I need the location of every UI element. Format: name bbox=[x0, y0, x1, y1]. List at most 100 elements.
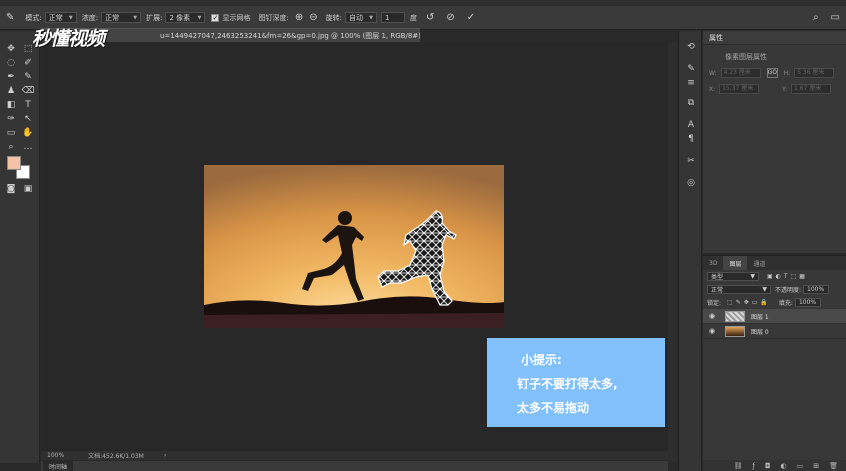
reset-icon[interactable]: ↺ bbox=[426, 12, 434, 23]
tab-3d[interactable]: 3D bbox=[703, 256, 723, 270]
quick-select-tool-icon[interactable]: ✐ bbox=[21, 57, 35, 69]
cancel-icon[interactable]: ⊘ bbox=[446, 12, 454, 23]
fx-icon[interactable]: ƒ bbox=[752, 462, 754, 470]
tools-preset-icon[interactable]: ✂ bbox=[685, 155, 697, 167]
sunset-runners-image bbox=[204, 165, 504, 328]
tip-line-1: 钉子不要打得太多, bbox=[517, 377, 618, 391]
link-layers-icon[interactable]: ⛓ bbox=[734, 462, 743, 470]
properties-subtitle: 像素图层属性 bbox=[725, 53, 767, 61]
type-tool-icon[interactable]: T bbox=[21, 99, 35, 111]
shape-tool-icon[interactable]: ▭ bbox=[4, 127, 18, 139]
mode-label: 模式: bbox=[25, 13, 42, 22]
height-label: H: bbox=[783, 69, 791, 77]
path-select-tool-icon[interactable]: ↖ bbox=[21, 113, 35, 125]
blend-mode-select[interactable]: 正常 ▼ bbox=[707, 285, 771, 294]
visibility-eye-icon[interactable]: ◉ bbox=[709, 312, 721, 320]
link-dimensions-button[interactable]: GO bbox=[766, 68, 778, 78]
timeline-tab[interactable]: 时间轴 bbox=[43, 460, 74, 471]
show-mesh-checkbox[interactable]: ✓ bbox=[211, 13, 220, 22]
adjustments-icon[interactable]: ≡ bbox=[685, 77, 697, 89]
lock-icons[interactable]: ⬚✎✥▭🔒 bbox=[727, 299, 771, 306]
canvas-image[interactable] bbox=[204, 165, 504, 328]
layer-row-1[interactable]: ◉ 图层 1 bbox=[703, 309, 846, 324]
visibility-eye-icon[interactable]: ◉ bbox=[709, 327, 721, 335]
width-field[interactable]: 4.23 厘米 bbox=[720, 68, 761, 78]
search-icon[interactable]: ⌕ bbox=[813, 12, 819, 23]
eyedropper-tool-icon[interactable]: ✒ bbox=[4, 71, 18, 83]
rotate-select[interactable]: 自动 ▼ bbox=[344, 12, 377, 23]
pin-depth-label: 图钉深度: bbox=[258, 13, 289, 22]
layers-panel-tabs: 3D 图层 通道 bbox=[703, 256, 846, 270]
opacity-field[interactable]: 100% bbox=[803, 285, 830, 294]
quick-mask-icon[interactable]: ◙ bbox=[4, 183, 18, 195]
tab-layers[interactable]: 图层 bbox=[723, 256, 748, 270]
3d-icon[interactable]: ◎ bbox=[685, 177, 697, 189]
fill-field[interactable]: 100% bbox=[794, 298, 821, 307]
tip-title: 小提示: bbox=[521, 353, 562, 367]
menu-bar: 文件(F)编辑(E)图像(I)图层(L)文字(Y)选择(S)滤镜(T)3D(D)… bbox=[0, 0, 846, 5]
zoom-level[interactable]: 100% bbox=[47, 452, 64, 459]
fill-label: 填充: bbox=[778, 300, 793, 307]
layer-name: 图层 0 bbox=[751, 328, 769, 336]
workspace-icon[interactable]: ▭ bbox=[831, 12, 840, 23]
opacity-label: 不透明度: bbox=[775, 287, 802, 294]
width-label: W: bbox=[709, 69, 717, 77]
screen-mode-icon[interactable]: ▣ bbox=[21, 183, 35, 195]
y-label: Y: bbox=[782, 85, 788, 93]
commit-icon[interactable]: ✓ bbox=[467, 12, 475, 23]
density-select[interactable]: 正常 ▼ bbox=[101, 12, 142, 23]
document-title: u=1449427047,2463253241&fm=26&gp=0.jpg @… bbox=[160, 31, 420, 40]
character-icon[interactable]: A bbox=[685, 119, 697, 131]
adjustment-layer-icon[interactable]: ◐ bbox=[781, 462, 787, 470]
show-mesh-label: 显示网格 bbox=[222, 13, 251, 22]
layer-filter-row: 类型 ▼ ▣◐T⬚▦ bbox=[703, 270, 846, 283]
status-arrow-icon[interactable]: › bbox=[164, 452, 166, 459]
eraser-tool-icon[interactable]: ⌫ bbox=[21, 85, 35, 97]
move-tool-icon[interactable]: ✥ bbox=[4, 43, 18, 55]
canvas-vertical-scrollbar[interactable] bbox=[668, 43, 677, 461]
gradient-tool-icon[interactable]: ◧ bbox=[4, 99, 18, 111]
mode-select[interactable]: 正常 ▼ bbox=[44, 12, 77, 23]
density-label: 浓度: bbox=[81, 13, 99, 22]
position-row: X: 15.37 厘米 Y: 1.67 厘米 bbox=[703, 84, 846, 94]
pin-depth-down-icon[interactable]: ⊖ bbox=[309, 12, 317, 23]
zoom-tool-icon[interactable]: ⌕ bbox=[4, 141, 18, 153]
angle-unit: 度 bbox=[409, 13, 417, 22]
clone-source-icon[interactable]: ⧉ bbox=[685, 97, 697, 109]
history-icon[interactable]: ⟲ bbox=[685, 41, 697, 53]
stamp-tool-icon[interactable]: ♟ bbox=[4, 85, 18, 97]
options-bar: ✎ 模式: 正常 ▼ 浓度: 正常 ▼ 扩展: 2 像素 ▼ ✓ 显示网格 图钉深度:… bbox=[0, 6, 846, 30]
layers-panel: 3D 图层 通道 类型 ▼ ▣◐T⬚▦ 正常 ▼ 不透明度: 100% 锁定: ⬚✎… bbox=[703, 255, 846, 471]
layer-row-0[interactable]: ◉ 图层 0 bbox=[703, 324, 846, 339]
angle-input[interactable]: 1 bbox=[380, 12, 405, 23]
height-field[interactable]: 5.36 厘米 bbox=[794, 68, 835, 78]
more-tools-icon[interactable]: … bbox=[21, 141, 35, 153]
group-icon[interactable]: ▭ bbox=[797, 462, 804, 470]
brush-tool-icon[interactable]: ✎ bbox=[21, 71, 35, 83]
tools-panel: ✥ ⬚ ◌ ✐ ✒ ✎ ♟ ⌫ ◧ T ✑ ↖ ▭ ✋ ⌕ … ◙ ▣ bbox=[0, 31, 40, 463]
paragraph-icon[interactable]: ¶ bbox=[685, 133, 697, 145]
layer-thumbnail bbox=[725, 310, 745, 322]
delete-layer-icon[interactable]: 🗑 bbox=[829, 462, 838, 470]
x-field[interactable]: 15.37 厘米 bbox=[719, 84, 760, 94]
tab-channels[interactable]: 通道 bbox=[747, 256, 771, 270]
watermark-logo: 秒懂视频 bbox=[32, 28, 105, 50]
document-info: 文档:452.6K/1.03M bbox=[88, 453, 144, 460]
foreground-color-swatch[interactable] bbox=[7, 156, 21, 170]
new-layer-icon[interactable]: ⊞ bbox=[813, 462, 819, 470]
filter-icons[interactable]: ▣◐T⬚▦ bbox=[767, 273, 808, 280]
expand-label: 扩展: bbox=[146, 13, 163, 22]
lasso-tool-icon[interactable]: ◌ bbox=[4, 57, 18, 69]
mask-icon[interactable]: ◘ bbox=[765, 462, 771, 470]
layer-filter-select[interactable]: 类型 ▼ bbox=[707, 272, 759, 281]
pen-tool-icon[interactable]: ✑ bbox=[4, 113, 18, 125]
hand-tool-icon[interactable]: ✋ bbox=[21, 127, 35, 139]
y-field[interactable]: 1.67 厘米 bbox=[791, 84, 832, 94]
pin-icon[interactable]: ✎ bbox=[6, 12, 14, 23]
expand-select[interactable]: 2 像素 ▼ bbox=[165, 12, 206, 23]
timeline-bar: 时间轴 bbox=[41, 460, 668, 471]
layer-name: 图层 1 bbox=[751, 313, 769, 321]
brush-settings-icon[interactable]: ✎ bbox=[685, 63, 697, 75]
rotate-label: 旋转: bbox=[325, 13, 342, 22]
pin-depth-up-icon[interactable]: ⊕ bbox=[295, 12, 303, 23]
